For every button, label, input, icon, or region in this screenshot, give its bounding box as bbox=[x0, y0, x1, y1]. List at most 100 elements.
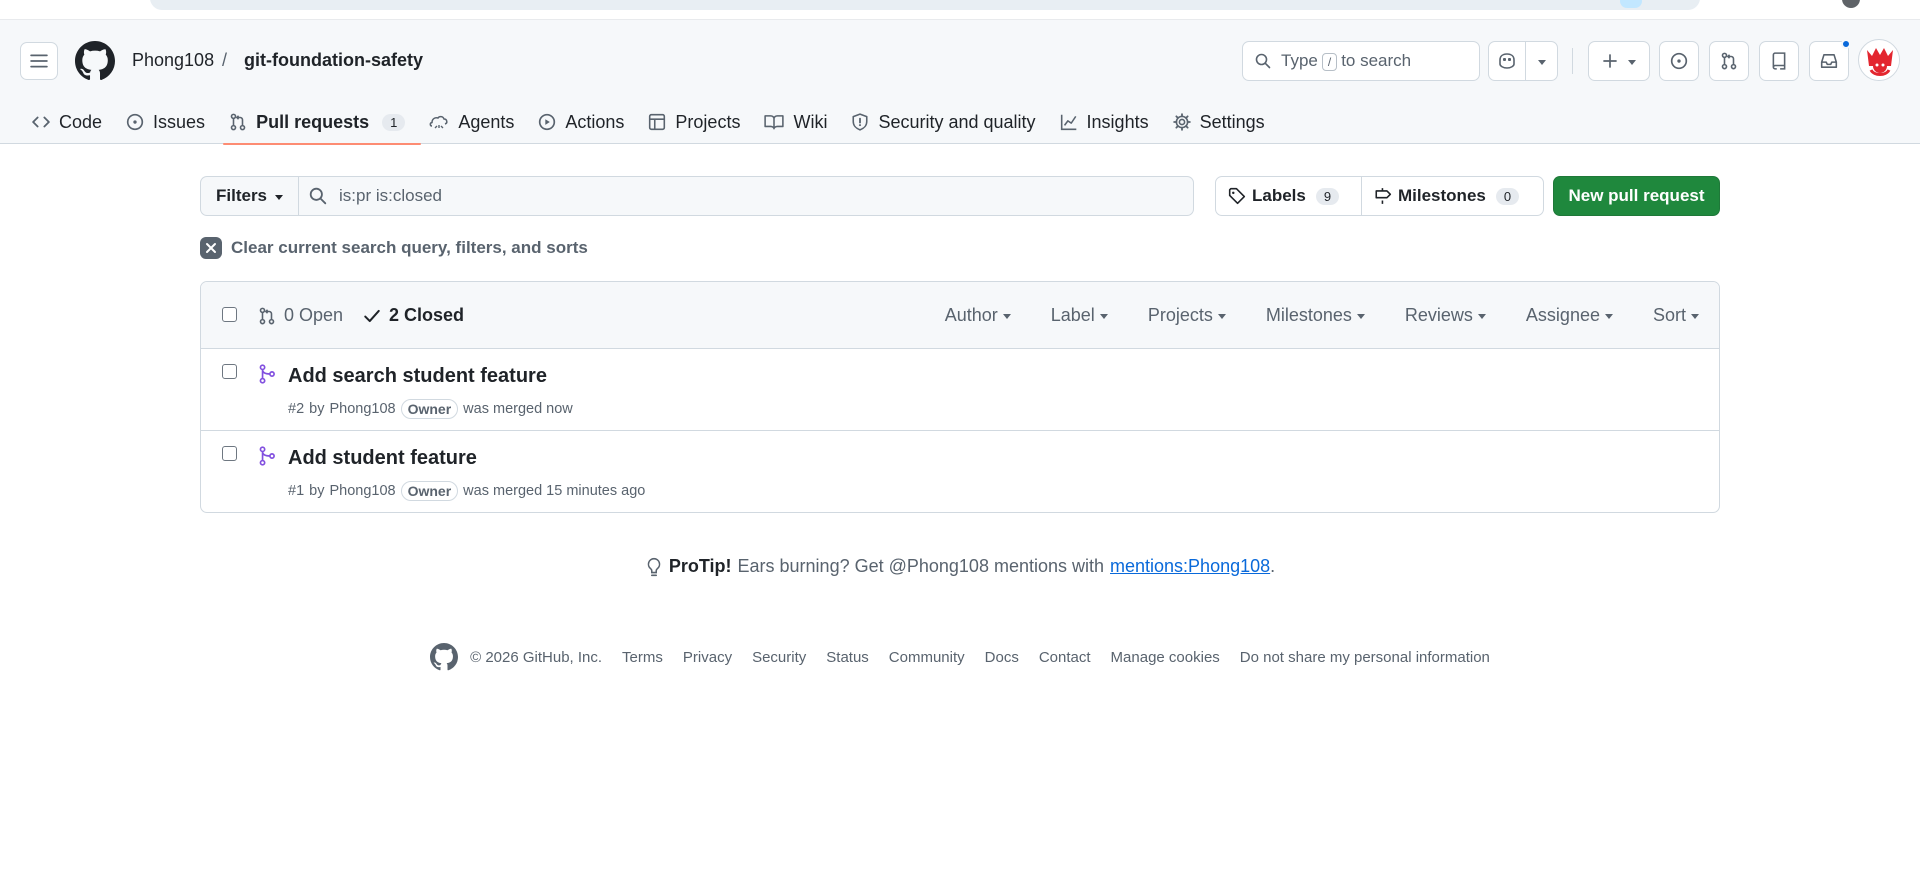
pr-search-query: is:pr is:closed bbox=[339, 186, 442, 205]
projects-filter-dropdown[interactable]: Projects bbox=[1148, 305, 1226, 326]
tab-settings-label: Settings bbox=[1199, 111, 1265, 132]
global-search-input[interactable]: Type / to search bbox=[1242, 41, 1480, 81]
labels-counter: 9 bbox=[1315, 187, 1340, 205]
pr-title-link[interactable]: Add student feature bbox=[288, 447, 477, 470]
closed-filter-link[interactable]: 2 Closed bbox=[363, 305, 464, 326]
pull-request-icon bbox=[259, 307, 275, 324]
breadcrumb-owner[interactable]: Phong108 bbox=[132, 50, 214, 71]
repo-navigation: Code Issues Pull requests 1 Agents Actio… bbox=[20, 100, 1277, 145]
tab-actions[interactable]: Actions bbox=[526, 100, 636, 144]
tab-pull-requests[interactable]: Pull requests 1 bbox=[217, 100, 422, 145]
milestones-button[interactable]: Milestones 0 bbox=[1361, 177, 1531, 215]
footer-link-security[interactable]: Security bbox=[752, 649, 806, 666]
footer-link-manage-cookies[interactable]: Manage cookies bbox=[1111, 649, 1220, 666]
issues-button[interactable] bbox=[1659, 41, 1699, 81]
footer-link-status[interactable]: Status bbox=[826, 649, 869, 666]
author-filter-dropdown[interactable]: Author bbox=[945, 305, 1011, 326]
list-header: 0 Open 2 Closed Author Label Projects Mi… bbox=[201, 282, 1719, 349]
milestones-filter-label: Milestones bbox=[1265, 305, 1352, 325]
reviews-filter-label: Reviews bbox=[1404, 305, 1473, 325]
tab-issues[interactable]: Issues bbox=[114, 100, 217, 144]
pr-by: by bbox=[309, 483, 325, 499]
plus-icon bbox=[1603, 54, 1617, 68]
row-checkbox[interactable] bbox=[222, 364, 237, 379]
pr-title-link[interactable]: Add search student feature bbox=[288, 365, 547, 388]
tab-wiki[interactable]: Wiki bbox=[752, 100, 839, 144]
light-bulb-icon bbox=[647, 557, 661, 576]
sort-dropdown[interactable]: Sort bbox=[1653, 305, 1699, 326]
filters-dropdown-button[interactable]: Filters bbox=[200, 176, 298, 216]
search-icon bbox=[1255, 53, 1271, 69]
agents-icon bbox=[429, 115, 448, 129]
create-new-button[interactable] bbox=[1588, 41, 1650, 81]
tab-wiki-label: Wiki bbox=[793, 111, 828, 132]
pr-meta: #2 by Phong108 Owner was merged now bbox=[288, 399, 573, 419]
merged-icon bbox=[259, 446, 275, 466]
repo-icon bbox=[1772, 52, 1786, 70]
search-icon bbox=[309, 187, 327, 205]
tab-issues-label: Issues bbox=[153, 111, 206, 132]
chevron-down-icon bbox=[1628, 59, 1636, 65]
labels-button[interactable]: Labels 9 bbox=[1216, 177, 1361, 215]
copilot-icon bbox=[1499, 53, 1515, 69]
breadcrumb-repo[interactable]: git-foundation-safety bbox=[244, 50, 423, 71]
select-all-checkbox[interactable] bbox=[222, 307, 237, 322]
github-logo-icon[interactable] bbox=[75, 41, 115, 81]
tab-code[interactable]: Code bbox=[20, 100, 114, 144]
milestones-filter-dropdown[interactable]: Milestones bbox=[1266, 305, 1365, 326]
copilot-dropdown-button[interactable] bbox=[1525, 42, 1557, 80]
footer-link-do-not-share[interactable]: Do not share my personal information bbox=[1240, 649, 1490, 666]
tab-security[interactable]: Security and quality bbox=[839, 100, 1047, 144]
issue-icon bbox=[126, 113, 144, 131]
chevron-down-icon bbox=[275, 194, 284, 200]
pr-author-link[interactable]: Phong108 bbox=[329, 401, 395, 417]
closed-count-label: 2 Closed bbox=[389, 305, 465, 325]
footer-link-contact[interactable]: Contact bbox=[1039, 649, 1091, 666]
footer-link-terms[interactable]: Terms bbox=[622, 649, 663, 666]
pull-requests-button[interactable] bbox=[1709, 41, 1749, 81]
filters-label: Filters bbox=[216, 186, 268, 205]
footer: © 2026 GitHub, Inc. Terms Privacy Securi… bbox=[0, 643, 1920, 671]
address-bar-indicator bbox=[1620, 0, 1642, 8]
tab-settings[interactable]: Settings bbox=[1161, 100, 1277, 144]
assignee-filter-dropdown[interactable]: Assignee bbox=[1526, 305, 1613, 326]
chevron-down-icon bbox=[1002, 314, 1011, 319]
milestone-icon bbox=[1375, 188, 1392, 204]
merged-icon bbox=[259, 364, 275, 384]
new-pull-request-button[interactable]: New pull request bbox=[1553, 176, 1720, 216]
open-count-label: 0 Open bbox=[284, 305, 344, 325]
pr-author-link[interactable]: Phong108 bbox=[329, 483, 395, 499]
graph-icon bbox=[1060, 114, 1076, 131]
tab-projects[interactable]: Projects bbox=[636, 100, 752, 144]
labels-milestones-group: Labels 9 Milestones 0 bbox=[1215, 176, 1544, 216]
row-checkbox[interactable] bbox=[222, 446, 237, 461]
github-logo-icon[interactable] bbox=[430, 643, 459, 671]
clear-filters-link[interactable]: Clear current search query, filters, and… bbox=[200, 237, 588, 259]
hamburger-menu-button[interactable] bbox=[20, 42, 58, 80]
pull-request-icon bbox=[1721, 52, 1737, 70]
protip-end: . bbox=[1270, 556, 1276, 576]
close-icon bbox=[200, 237, 222, 259]
footer-link-privacy[interactable]: Privacy bbox=[683, 649, 732, 666]
tab-projects-label: Projects bbox=[675, 111, 741, 132]
footer-link-docs[interactable]: Docs bbox=[985, 649, 1019, 666]
avatar[interactable] bbox=[1858, 39, 1900, 81]
pr-number: #1 bbox=[288, 483, 305, 499]
footer-link-community[interactable]: Community bbox=[889, 649, 965, 666]
tab-agents[interactable]: Agents bbox=[417, 100, 526, 144]
open-filter-link[interactable]: 0 Open bbox=[258, 305, 343, 326]
protip-label: ProTip! bbox=[668, 556, 732, 576]
profile-icon[interactable] bbox=[1842, 0, 1860, 8]
tab-insights[interactable]: Insights bbox=[1048, 100, 1161, 144]
reviews-filter-dropdown[interactable]: Reviews bbox=[1405, 305, 1486, 326]
protip-text: Ears burning? Get @Phong108 mentions wit… bbox=[737, 556, 1105, 576]
copilot-button[interactable] bbox=[1489, 42, 1525, 80]
address-bar[interactable] bbox=[150, 0, 1700, 10]
book-icon bbox=[764, 115, 785, 130]
sort-label: Sort bbox=[1652, 305, 1686, 325]
pr-search-input[interactable]: is:pr is:closed bbox=[298, 176, 1194, 216]
protip-mentions-link[interactable]: mentions:Phong108 bbox=[1110, 556, 1270, 577]
label-filter-dropdown[interactable]: Label bbox=[1051, 305, 1108, 326]
repositories-button[interactable] bbox=[1759, 41, 1799, 81]
check-icon bbox=[364, 309, 380, 322]
